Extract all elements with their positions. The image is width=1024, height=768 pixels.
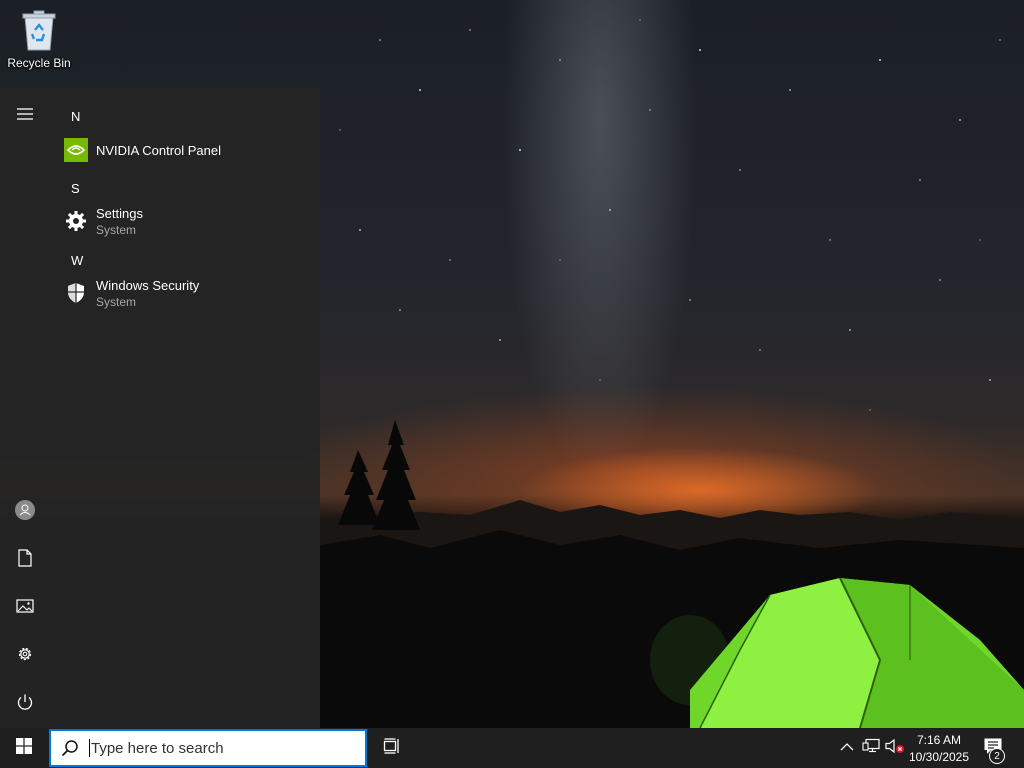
windows-logo-icon: [16, 737, 32, 759]
shield-icon: [64, 281, 88, 305]
user-account-icon: [14, 499, 36, 526]
app-name: NVIDIA Control Panel: [96, 142, 222, 158]
start-menu: N NVIDIA Control Panel S Settings System…: [0, 88, 320, 728]
network-button[interactable]: [859, 728, 883, 768]
group-header-w[interactable]: W: [71, 253, 83, 268]
app-name: Windows Security: [96, 277, 200, 293]
app-subtitle: System: [96, 222, 137, 237]
user-account-button[interactable]: [0, 489, 50, 535]
start-menu-rail: [0, 88, 50, 728]
nvidia-icon: [64, 138, 88, 162]
power-button[interactable]: [0, 681, 50, 727]
show-hidden-icons-button[interactable]: [836, 728, 858, 768]
pictures-button[interactable]: [0, 585, 50, 631]
desktop-icon-recycle-bin[interactable]: Recycle Bin: [4, 6, 74, 76]
chevron-up-icon: [840, 739, 854, 757]
settings-button[interactable]: [0, 633, 50, 679]
volume-muted-icon: [885, 738, 905, 759]
hamburger-icon: [16, 107, 34, 126]
app-item-windows-security[interactable]: Windows Security System: [50, 273, 312, 313]
app-item-settings[interactable]: Settings System: [50, 201, 312, 241]
gear-icon: [64, 209, 88, 233]
notification-count-badge: 2: [989, 748, 1005, 764]
clock-time: 7:16 AM: [916, 733, 962, 747]
task-view-icon: [383, 737, 401, 759]
gear-icon: [16, 645, 34, 668]
start-button[interactable]: [0, 728, 48, 768]
desktop-icon-label: Recycle Bin: [7, 56, 71, 70]
volume-button[interactable]: [884, 728, 906, 768]
power-icon: [16, 693, 34, 716]
group-header-n[interactable]: N: [71, 109, 80, 124]
group-header-s[interactable]: S: [71, 181, 80, 196]
app-subtitle: System: [96, 294, 137, 309]
search-input[interactable]: [91, 739, 341, 757]
search-icon: [51, 739, 89, 757]
expand-menu-button[interactable]: [0, 93, 50, 139]
taskbar-search-box[interactable]: [49, 729, 367, 767]
app-item-nvidia-control-panel[interactable]: NVIDIA Control Panel: [50, 130, 312, 170]
taskbar-clock[interactable]: 7:16 AM 10/30/2025: [904, 731, 974, 767]
recycle-bin-icon: [20, 8, 58, 52]
clock-date: 10/30/2025: [908, 750, 970, 764]
taskbar: 7:16 AM 10/30/2025 2: [0, 728, 1024, 768]
network-icon: [862, 738, 880, 759]
documents-button[interactable]: [0, 537, 50, 583]
document-icon: [17, 548, 33, 572]
app-name: Settings: [96, 205, 143, 221]
text-cursor: [89, 739, 90, 757]
task-view-button[interactable]: [372, 728, 412, 768]
pictures-icon: [16, 598, 34, 618]
